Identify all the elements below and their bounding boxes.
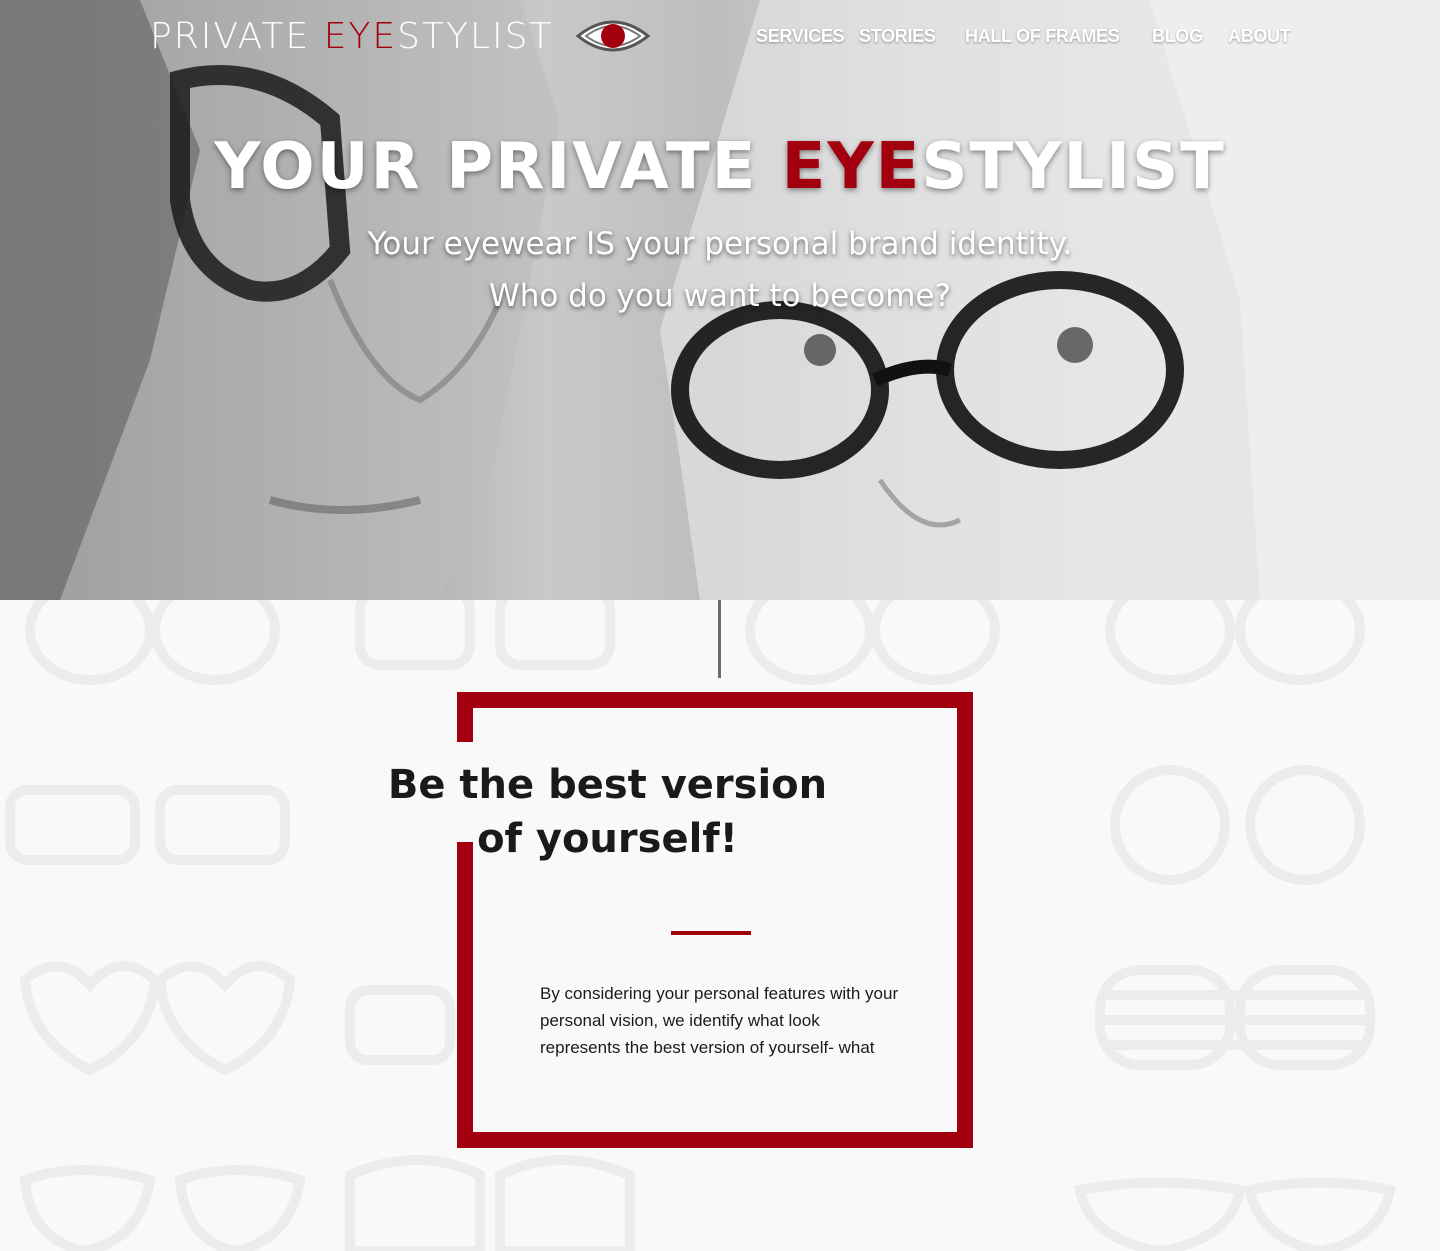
hero-subtitle-line2: Who do you want to become? — [489, 278, 951, 314]
connector-line — [718, 600, 721, 678]
nav-item-stories[interactable]: STORIES — [859, 26, 936, 47]
hero-section: PRIVATE EYESTYLIST SERVICES STORIES HALL… — [0, 0, 1440, 600]
card-body: By considering your personal features wi… — [540, 984, 899, 1057]
hero-subtitle-line1: Your eyewear IS your personal brand iden… — [367, 226, 1073, 262]
hero-title-accent: EYE — [781, 130, 922, 204]
hero-title-part1: YOUR PRIVATE — [214, 130, 782, 204]
main-nav: SERVICES STORIES HALL OF FRAMES BLOG ABO… — [0, 26, 1440, 50]
card-divider — [671, 931, 751, 935]
nav-item-blog[interactable]: BLOG — [1152, 26, 1203, 47]
nav-item-about[interactable]: ABOUT — [1228, 26, 1291, 47]
hero-title: YOUR PRIVATE EYESTYLIST — [0, 130, 1440, 204]
nav-item-services[interactable]: SERVICES — [756, 26, 845, 47]
card-title: Be the best version of yourself! — [387, 762, 828, 862]
nav-item-hall-of-frames[interactable]: HALL OF FRAMES — [965, 26, 1120, 47]
hero-title-part2: STYLIST — [921, 130, 1226, 204]
